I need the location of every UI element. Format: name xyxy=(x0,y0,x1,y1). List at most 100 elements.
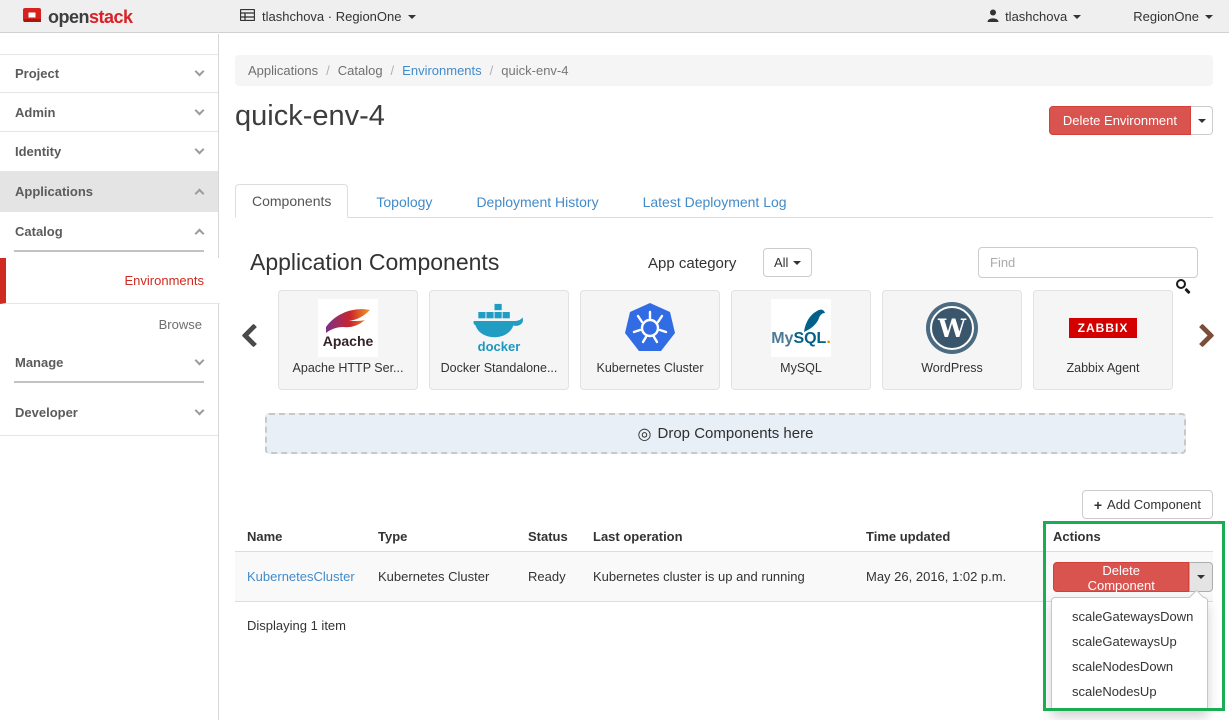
user-menu[interactable]: tlashchova xyxy=(987,9,1081,25)
tile-label: MySQL xyxy=(780,361,822,375)
kubernetes-icon xyxy=(623,299,677,357)
component-action-group: Delete Component xyxy=(1053,562,1213,592)
tab-components[interactable]: Components xyxy=(235,184,348,218)
section-heading: Application Components xyxy=(250,249,499,276)
component-status: Ready xyxy=(528,569,593,584)
delete-environment-dropdown-toggle[interactable] xyxy=(1191,106,1213,135)
sidebar: Project Admin Identity Applications Cata… xyxy=(0,34,219,720)
sidebar-item-applications[interactable]: Applications xyxy=(0,172,218,212)
breadcrumb-current: quick-env-4 xyxy=(501,63,568,78)
user-name: tlashchova xyxy=(1005,9,1067,24)
region-menu[interactable]: RegionOne xyxy=(1133,9,1213,24)
sidebar-top-strip xyxy=(0,34,218,55)
tile-label: Zabbix Agent xyxy=(1067,361,1140,375)
tile-docker-standalone[interactable]: docker Docker Standalone... xyxy=(429,290,569,390)
breadcrumb-applications[interactable]: Applications xyxy=(248,63,318,78)
tab-topology[interactable]: Topology xyxy=(360,186,448,218)
bullseye-icon: ◎ xyxy=(638,424,652,444)
breadcrumb: Applications / Catalog / Environments / … xyxy=(235,55,1213,86)
region-name: RegionOne xyxy=(1133,9,1199,24)
header-name: Name xyxy=(235,529,378,544)
apache-icon: Apache xyxy=(318,299,378,357)
chevron-down-icon xyxy=(1073,15,1081,19)
tile-wordpress[interactable]: W WordPress xyxy=(882,290,1022,390)
caret-down-icon xyxy=(793,261,801,265)
search-icon[interactable] xyxy=(1176,279,1186,289)
sidebar-item-catalog[interactable]: Catalog xyxy=(0,212,218,250)
breadcrumb-catalog[interactable]: Catalog xyxy=(338,63,383,78)
component-last-operation: Kubernetes cluster is up and running xyxy=(593,569,866,584)
table-list-icon xyxy=(240,9,255,24)
menu-item-scale-nodes-down[interactable]: scaleNodesDown xyxy=(1052,654,1207,679)
tile-label: Docker Standalone... xyxy=(441,361,558,375)
sidebar-item-developer[interactable]: Developer xyxy=(0,390,218,436)
brand-text: openstack xyxy=(48,7,133,28)
component-time-updated: May 26, 2016, 1:02 p.m. xyxy=(866,569,1053,584)
mysql-icon: MySQL. xyxy=(771,299,831,357)
header-actions: Actions xyxy=(1053,529,1213,544)
tab-deployment-history[interactable]: Deployment History xyxy=(460,186,614,218)
component-tiles: Apache Apache HTTP Ser... docker Docker … xyxy=(278,290,1173,390)
sidebar-item-project[interactable]: Project xyxy=(0,55,218,93)
tile-kubernetes-cluster[interactable]: Kubernetes Cluster xyxy=(580,290,720,390)
carousel-next-button[interactable] xyxy=(1190,323,1214,347)
drop-components-zone[interactable]: ◎ Drop Components here xyxy=(265,413,1186,454)
sidebar-item-admin[interactable]: Admin xyxy=(0,93,218,132)
project-region-switcher[interactable]: tlashchova · RegionOne xyxy=(240,0,416,33)
component-type: Kubernetes Cluster xyxy=(378,569,528,584)
page-title: quick-env-4 xyxy=(235,100,385,133)
tile-label: Apache HTTP Ser... xyxy=(293,361,404,375)
user-icon xyxy=(987,9,999,25)
add-component-button[interactable]: + Add Component xyxy=(1082,490,1213,519)
chevron-down-icon xyxy=(195,105,205,115)
header-last-operation: Last operation xyxy=(593,529,866,544)
sidebar-item-manage[interactable]: Manage xyxy=(0,344,218,381)
app-category-label: App category xyxy=(648,255,736,272)
chevron-down-icon xyxy=(1205,15,1213,19)
menu-item-scale-gateways-up[interactable]: scaleGatewaysUp xyxy=(1052,629,1207,654)
delete-environment-group: Delete Environment xyxy=(1049,106,1213,135)
component-actions-dropdown-toggle[interactable] xyxy=(1189,562,1213,592)
table-header-row: Name Type Status Last operation Time upd… xyxy=(235,521,1213,552)
sidebar-item-identity[interactable]: Identity xyxy=(0,132,218,172)
chevron-up-icon xyxy=(195,189,205,199)
tile-zabbix-agent[interactable]: ZABBIX Zabbix Agent xyxy=(1033,290,1173,390)
tile-label: WordPress xyxy=(921,361,983,375)
breadcrumb-environments-link[interactable]: Environments xyxy=(402,63,481,78)
chevron-down-icon xyxy=(195,356,205,366)
menu-item-scale-gateways-down[interactable]: scaleGatewaysDown xyxy=(1052,604,1207,629)
docker-icon: docker xyxy=(472,299,526,357)
sidebar-item-browse[interactable]: Browse xyxy=(0,304,218,344)
app-category-dropdown[interactable]: All xyxy=(763,248,812,277)
caret-down-icon xyxy=(1197,575,1205,579)
top-navbar: openstack tlashchova · RegionOne xyxy=(0,0,1229,33)
header-type: Type xyxy=(378,529,528,544)
navbar-right: tlashchova RegionOne xyxy=(987,0,1213,33)
component-name-link[interactable]: KubernetesCluster xyxy=(247,569,355,584)
tile-label: Kubernetes Cluster xyxy=(596,361,703,375)
delete-environment-button[interactable]: Delete Environment xyxy=(1049,106,1191,135)
tile-apache-http-server[interactable]: Apache Apache HTTP Ser... xyxy=(278,290,418,390)
drop-zone-label: Drop Components here xyxy=(658,425,814,442)
wordpress-icon: W xyxy=(925,299,979,357)
openstack-logo[interactable]: openstack xyxy=(22,5,133,30)
project-region-label: tlashchova · RegionOne xyxy=(262,9,401,24)
plus-icon: + xyxy=(1094,497,1102,513)
chevron-down-icon xyxy=(408,15,416,19)
zabbix-icon: ZABBIX xyxy=(1069,299,1138,357)
tile-mysql[interactable]: MySQL. MySQL xyxy=(731,290,871,390)
openstack-dashboard: openstack tlashchova · RegionOne xyxy=(0,0,1229,720)
chevron-down-icon xyxy=(195,145,205,155)
svg-text:W: W xyxy=(937,314,967,343)
table-row: KubernetesCluster Kubernetes Cluster Rea… xyxy=(235,552,1213,602)
caret-down-icon xyxy=(1198,119,1206,123)
sidebar-item-environments[interactable]: Environments xyxy=(0,258,220,304)
tab-bar: Components Topology Deployment History L… xyxy=(235,185,1213,218)
delete-component-button[interactable]: Delete Component xyxy=(1053,562,1189,592)
tab-latest-deployment-log[interactable]: Latest Deployment Log xyxy=(627,186,803,218)
find-input[interactable] xyxy=(978,247,1198,278)
carousel-previous-button[interactable] xyxy=(241,323,265,347)
header-time-updated: Time updated xyxy=(866,529,1053,544)
menu-item-scale-nodes-up[interactable]: scaleNodesUp xyxy=(1052,679,1207,704)
component-actions-menu: scaleGatewaysDown scaleGatewaysUp scaleN… xyxy=(1051,597,1208,711)
